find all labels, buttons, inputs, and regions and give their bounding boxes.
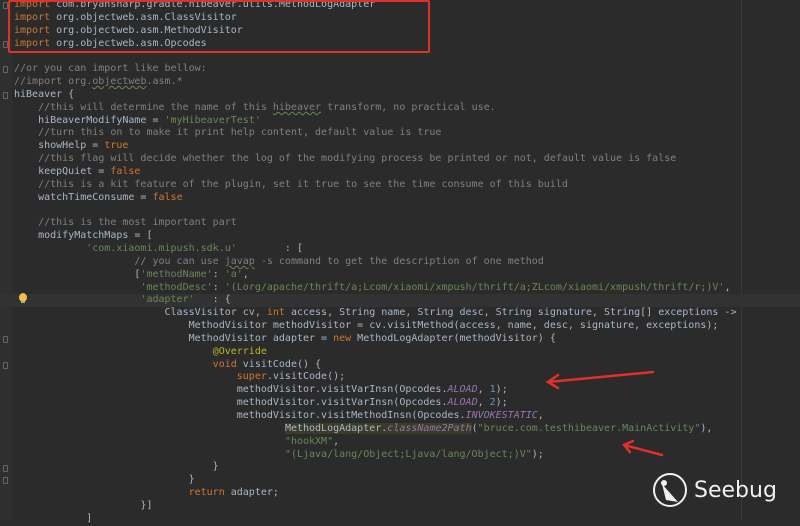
seebug-watermark: Seebug bbox=[652, 472, 777, 508]
seebug-watermark-text: Seebug bbox=[694, 477, 777, 503]
annotation-arrows bbox=[545, 370, 664, 457]
seebug-logo-icon bbox=[653, 473, 687, 507]
red-arrow-icon bbox=[621, 439, 664, 457]
red-arrow-icon bbox=[545, 370, 655, 390]
